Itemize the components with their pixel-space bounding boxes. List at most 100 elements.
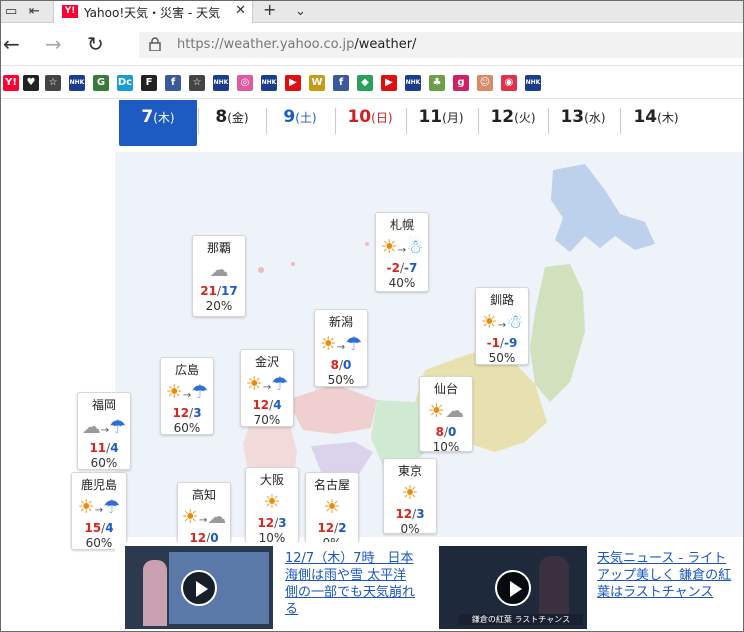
presenter-figure-image-2	[539, 556, 569, 614]
forecast-card[interactable]: 広島 ☀→☂ 12/3 60%	[160, 357, 214, 435]
day-of-week: (木)	[657, 111, 679, 125]
y-icon[interactable]: Y!	[3, 75, 19, 91]
star-icon[interactable]: ☆	[189, 75, 205, 91]
umbrella-icon: ☂	[345, 333, 363, 355]
nhk-icon[interactable]: NHK	[213, 75, 229, 91]
active-tab[interactable]: Y! Yahoo!天気・災害 - 天気 ✕	[53, 1, 253, 23]
city-name: 東京	[397, 464, 422, 478]
address-bar[interactable]: https://weather.yahoo.co.jp/weather/	[139, 32, 743, 58]
news-link-2[interactable]: 天気ニュース - ライトアップ美しく 鎌倉の紅葉はラストチャンス	[597, 550, 735, 601]
forecast-card[interactable]: 福岡 ☁→☂ 11/4 60%	[77, 392, 131, 470]
character-icon[interactable]: ♣	[429, 75, 445, 91]
youtube-icon[interactable]: ▶	[285, 75, 301, 91]
forward-arrow-icon[interactable]: →	[45, 32, 62, 56]
bunny-icon[interactable]: ♥	[23, 75, 39, 91]
nhk-icon[interactable]: NHK	[69, 75, 85, 91]
sun-icon: ☀	[245, 373, 263, 395]
facebook-icon[interactable]: f	[165, 75, 181, 91]
arrow-icon: →	[100, 425, 110, 436]
news-link-1[interactable]: 12/7（木）7時 日本海側は雨や雪 太平洋側の一部でも天気崩れる	[285, 550, 419, 618]
high-temp: 21	[200, 284, 217, 298]
weather-icons: ☀	[246, 490, 298, 516]
play-icon-2[interactable]	[495, 570, 531, 606]
city-name: 大阪	[259, 473, 284, 487]
forecast-card[interactable]: 那覇 ☁ 21/17 20%	[192, 235, 246, 317]
day-of-week: (水)	[584, 111, 606, 125]
forecast-card[interactable]: 新潟 ☀→☂ 8/0 50%	[314, 309, 368, 387]
sun-icon: ☀	[165, 381, 183, 403]
temperature: 15/4	[72, 521, 126, 536]
dc-icon[interactable]: Dc	[117, 75, 133, 91]
forecast-card[interactable]: 釧路 ☀→☃ -1/-9 50%	[475, 287, 529, 365]
tab-manager-icon[interactable]: ▭	[5, 3, 17, 21]
forecast-card[interactable]: 仙台 ☀☁ 8/0 10%	[419, 376, 473, 454]
city-name: 名古屋	[313, 478, 350, 492]
tab-list-chevron-icon[interactable]: ⌄	[295, 3, 306, 21]
low-temp: 4	[273, 398, 282, 412]
day-number: 11	[418, 107, 443, 127]
diamond-icon[interactable]: ◆	[357, 75, 373, 91]
g-icon[interactable]: g	[453, 75, 469, 91]
day-of-week: (木)	[153, 111, 175, 125]
weather-icons: ☀	[306, 495, 358, 521]
refresh-icon[interactable]: ↻	[87, 32, 104, 56]
fast-icon[interactable]: F	[141, 75, 157, 91]
nhk-icon[interactable]: NHK	[405, 75, 421, 91]
tab-day-13[interactable]: 13(水)	[549, 100, 617, 146]
day-number: 13	[560, 107, 585, 127]
sun-icon: ☀	[77, 496, 95, 518]
tab-day-8[interactable]: 8(金)	[199, 100, 265, 146]
facebook-icon[interactable]: f	[333, 75, 349, 91]
precip-chance: 50%	[488, 351, 516, 365]
low-temp: 4	[110, 441, 119, 455]
high-temp: -2	[386, 261, 400, 275]
nhk-icon[interactable]: NHK	[525, 75, 541, 91]
date-tabs: 7(木) 8(金) 9(土) 10(日) 11(月) 12(火) 13(水) 14(木)	[119, 100, 743, 146]
back-arrow-icon[interactable]: ←	[3, 32, 20, 56]
face-icon[interactable]: ☺	[477, 75, 493, 91]
forecast-card[interactable]: 東京 ☀ 12/3 0%	[383, 458, 437, 536]
news-video-thumbnail[interactable]	[125, 546, 273, 629]
nhk-icon[interactable]: NHK	[261, 75, 277, 91]
low-temp: 4	[105, 521, 114, 535]
low-temp: -9	[504, 336, 518, 350]
tab-day-12[interactable]: 12(火)	[479, 100, 547, 146]
forecast-card[interactable]: 名古屋☀12/20%	[305, 472, 359, 550]
lips-icon[interactable]: ◉	[501, 75, 517, 91]
umbrella-icon: ☂	[103, 496, 121, 518]
city-name: 釧路	[489, 293, 514, 307]
day-of-week: (金)	[227, 111, 249, 125]
w-icon[interactable]: W	[309, 75, 325, 91]
tab-day-10[interactable]: 10(日)	[336, 100, 404, 146]
low-temp: 0	[343, 358, 352, 372]
back-tabs-icon[interactable]: ⇤	[29, 3, 40, 21]
youtube-icon[interactable]: ▶	[381, 75, 397, 91]
forecast-card[interactable]: 金沢 ☀→☂ 12/4 70%	[240, 349, 294, 427]
circle-icon[interactable]: ◎	[237, 75, 253, 91]
star-icon[interactable]: ☆	[45, 75, 61, 91]
sun-icon: ☀	[480, 311, 498, 333]
cloud-icon: ☁	[445, 400, 465, 422]
precip-chance: 60%	[90, 456, 118, 470]
tab-day-14[interactable]: 14(木)	[621, 100, 691, 146]
city-name: 鹿児島	[80, 478, 117, 492]
tab-separator	[266, 108, 267, 134]
snowman-icon: ☃	[506, 311, 524, 333]
arrow-icon: →	[94, 505, 104, 516]
tab-day-11[interactable]: 11(月)	[407, 100, 475, 146]
frog-icon[interactable]: G	[93, 75, 109, 91]
cloud-icon: ☁	[81, 416, 101, 438]
tab-day-7[interactable]: 7(木)	[119, 100, 197, 146]
tab-day-9[interactable]: 9(土)	[267, 100, 333, 146]
forecast-card[interactable]: 大阪 ☀ 12/3 10%	[245, 467, 299, 545]
close-tab-icon[interactable]: ✕	[235, 3, 246, 18]
day-number: 10	[347, 107, 372, 127]
day-number: 12	[490, 107, 515, 127]
umbrella-icon: ☂	[271, 373, 289, 395]
forecast-card[interactable]: 鹿児島 ☀→☂ 15/4 60%	[71, 472, 127, 550]
new-tab-icon[interactable]: +	[263, 1, 276, 19]
news-video-thumbnail-2[interactable]: 鎌倉の紅葉 ラストチャンス	[439, 546, 587, 629]
forecast-card[interactable]: 札幌 ☀→☃ -2/-7 40%	[375, 212, 429, 292]
day-of-week: (日)	[371, 111, 393, 125]
play-icon[interactable]	[181, 570, 217, 606]
